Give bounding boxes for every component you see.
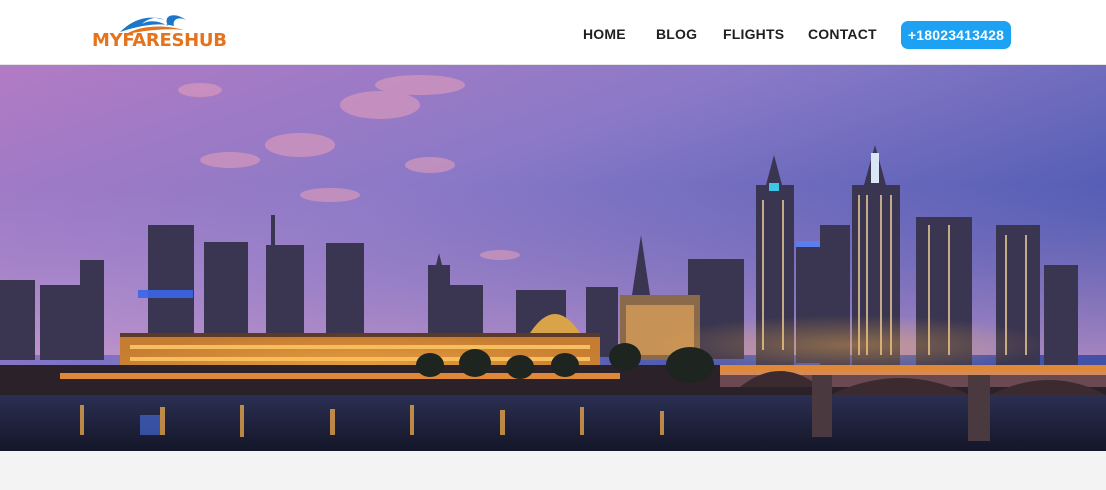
site-header: MYFARESHUB HOME BLOG FLIGHTS CONTACT +18… bbox=[0, 0, 1106, 65]
brand-wordmark: MYFARESHUB bbox=[92, 30, 227, 51]
city-skyline-image bbox=[0, 65, 1106, 451]
content-area bbox=[0, 451, 1106, 490]
nav-flights[interactable]: FLIGHTS bbox=[723, 26, 784, 42]
brand-name-part2: HUB bbox=[184, 30, 227, 51]
nav-blog[interactable]: BLOG bbox=[656, 26, 697, 42]
nav-home[interactable]: HOME bbox=[583, 26, 626, 42]
nav-contact[interactable]: CONTACT bbox=[808, 26, 877, 42]
brand-name-part1: MYFARES bbox=[92, 30, 185, 51]
phone-button[interactable]: +18023413428 bbox=[901, 21, 1011, 49]
brand-logo[interactable]: MYFARESHUB bbox=[90, 10, 227, 54]
hero-banner bbox=[0, 65, 1106, 451]
